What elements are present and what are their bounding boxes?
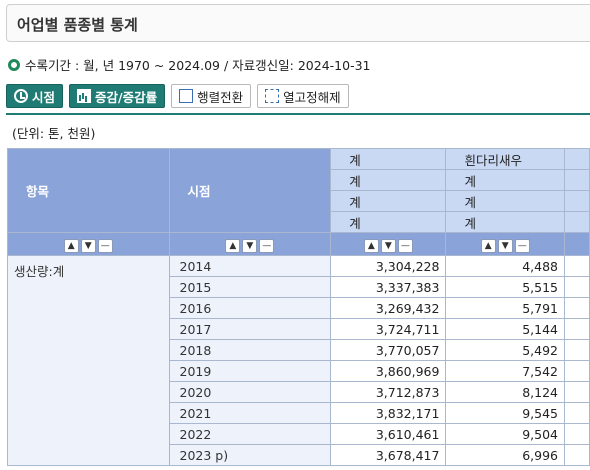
header-col3-level1 [563,148,590,170]
cell-value-col1: 3,832,171 [330,402,447,424]
cell-value-col2: 6,996 [445,444,565,466]
cell-value-col2: 7,542 [445,360,565,382]
remove-icon[interactable]: — [97,238,113,253]
move-up-icon[interactable]: ▲ [63,238,79,253]
cell-value-col1: 3,337,383 [330,276,447,298]
row-time: 2014 [168,255,332,277]
row-time: 2015 [168,276,332,298]
cell-value-col2: 5,515 [445,276,565,298]
row-time: 2018 [168,339,332,361]
cell-value-col2: 9,504 [445,423,565,445]
cell-value-col3 [563,360,590,382]
header-col1-level1: 계 [330,148,447,170]
table-body: 생산량:계 2014 3,304,228 4,488 2015 3,337,383 5,51… [7,255,590,466]
cell-value-col3 [563,339,590,361]
cell-value-col1: 3,304,228 [330,255,447,277]
header-col1-level3: 계 [330,190,447,212]
divider [6,113,590,115]
time-sort-controls: ▲ ▼ — [168,232,332,256]
unfreeze-button-label: 열고정해제 [283,89,341,105]
header-col3-level2 [563,169,590,191]
move-up-icon[interactable]: ▲ [480,238,496,253]
pivot-button[interactable]: 행렬전환 [171,84,252,108]
statistics-table: 항목 시점 계 흰다리새우 계 계 계 계 계 계 ▲ ▼ — ▲ ▼ — ▲ ▼ — ▲ ▼… [7,148,590,466]
period-info: 수록기간 : 월, 년 1970 ~ 2024.09 / 자료갱신일: 2024… [8,55,371,74]
row-time: 2017 [168,318,332,340]
header-col1-level4: 계 [330,211,447,233]
cell-value-col3 [563,402,590,424]
row-time: 2021 [168,402,332,424]
cell-value-col2: 4,488 [445,255,565,277]
cell-value-col3 [563,318,590,340]
cell-value-col2: 5,144 [445,318,565,340]
unit-label: (단위: 톤, 천원) [12,126,96,141]
cell-value-col1: 3,860,969 [330,360,447,382]
cell-value-col3 [563,423,590,445]
pivot-icon [179,89,194,103]
row-time: 2022 [168,423,332,445]
toolbar: 시점 증감/증감률 행렬전환 열고정해제 [6,84,349,108]
row-time: 2019 [168,360,332,382]
move-down-icon[interactable]: ▼ [80,238,96,253]
remove-icon[interactable]: — [514,238,530,253]
unfreeze-columns-button[interactable]: 열고정해제 [257,84,349,108]
cell-value-col1: 3,712,873 [330,381,447,403]
bar-chart-icon [77,89,92,103]
cell-value-col3 [563,255,590,277]
cell-value-col2: 5,791 [445,297,565,319]
cell-value-col2: 9,545 [445,402,565,424]
row-item-label: 생산량:계 [7,255,170,466]
header-time: 시점 [168,148,332,233]
header-col2-level3: 계 [445,190,565,212]
table-row: 생산량:계 2014 3,304,228 4,488 [7,255,590,466]
cell-value-col1: 3,269,432 [330,297,447,319]
header-col2-level4: 계 [445,211,565,233]
header-col2-level1: 흰다리새우 [445,148,565,170]
page-title-box: 어업별 품종별 통계 [6,4,590,42]
move-down-icon[interactable]: ▼ [380,238,396,253]
move-down-icon[interactable]: ▼ [497,238,513,253]
cell-value-col3 [563,276,590,298]
row-time: 2020 [168,381,332,403]
cell-value-col3 [563,297,590,319]
time-button[interactable]: 시점 [6,84,64,108]
header-col2-level2: 계 [445,169,565,191]
cell-value-col2: 5,492 [445,339,565,361]
row-time: 2023 p) [168,444,332,466]
col1-sort-controls: ▲ ▼ — [330,232,447,256]
header-item: 항목 [7,148,170,233]
col2-sort-controls: ▲ ▼ — [445,232,565,256]
header-col3-level4 [563,211,590,233]
cell-value-col1: 3,610,461 [330,423,447,445]
cell-value-col1: 3,724,711 [330,318,447,340]
cell-value-col1: 3,770,057 [330,339,447,361]
sort-control-row: ▲ ▼ — ▲ ▼ — ▲ ▼ — ▲ ▼ — [7,232,590,256]
change-rate-button-label: 증감/증감률 [95,89,158,105]
circle-bullet-icon [8,58,20,71]
cell-value-col1: 3,678,417 [330,444,447,466]
page-title: 어업별 품종별 통계 [17,16,138,34]
change-rate-button[interactable]: 증감/증감률 [69,84,166,108]
header-col3-level3 [563,190,590,212]
move-down-icon[interactable]: ▼ [242,238,258,253]
period-text: 수록기간 : 월, 년 1970 ~ 2024.09 / 자료갱신일: 2024… [25,58,371,73]
clock-icon [14,89,28,103]
pivot-button-label: 행렬전환 [197,89,244,105]
remove-icon[interactable]: — [259,238,275,253]
col3-sort-controls [563,232,590,256]
move-up-icon[interactable]: ▲ [363,238,379,253]
unfreeze-icon [265,89,280,103]
cell-value-col3 [563,381,590,403]
cell-value-col2: 8,124 [445,381,565,403]
header-col1-level2: 계 [330,169,447,191]
cell-value-col3 [563,444,590,466]
remove-icon[interactable]: — [397,238,413,253]
move-up-icon[interactable]: ▲ [225,238,241,253]
row-time: 2016 [168,297,332,319]
time-button-label: 시점 [32,89,56,105]
item-sort-controls: ▲ ▼ — [7,232,170,256]
